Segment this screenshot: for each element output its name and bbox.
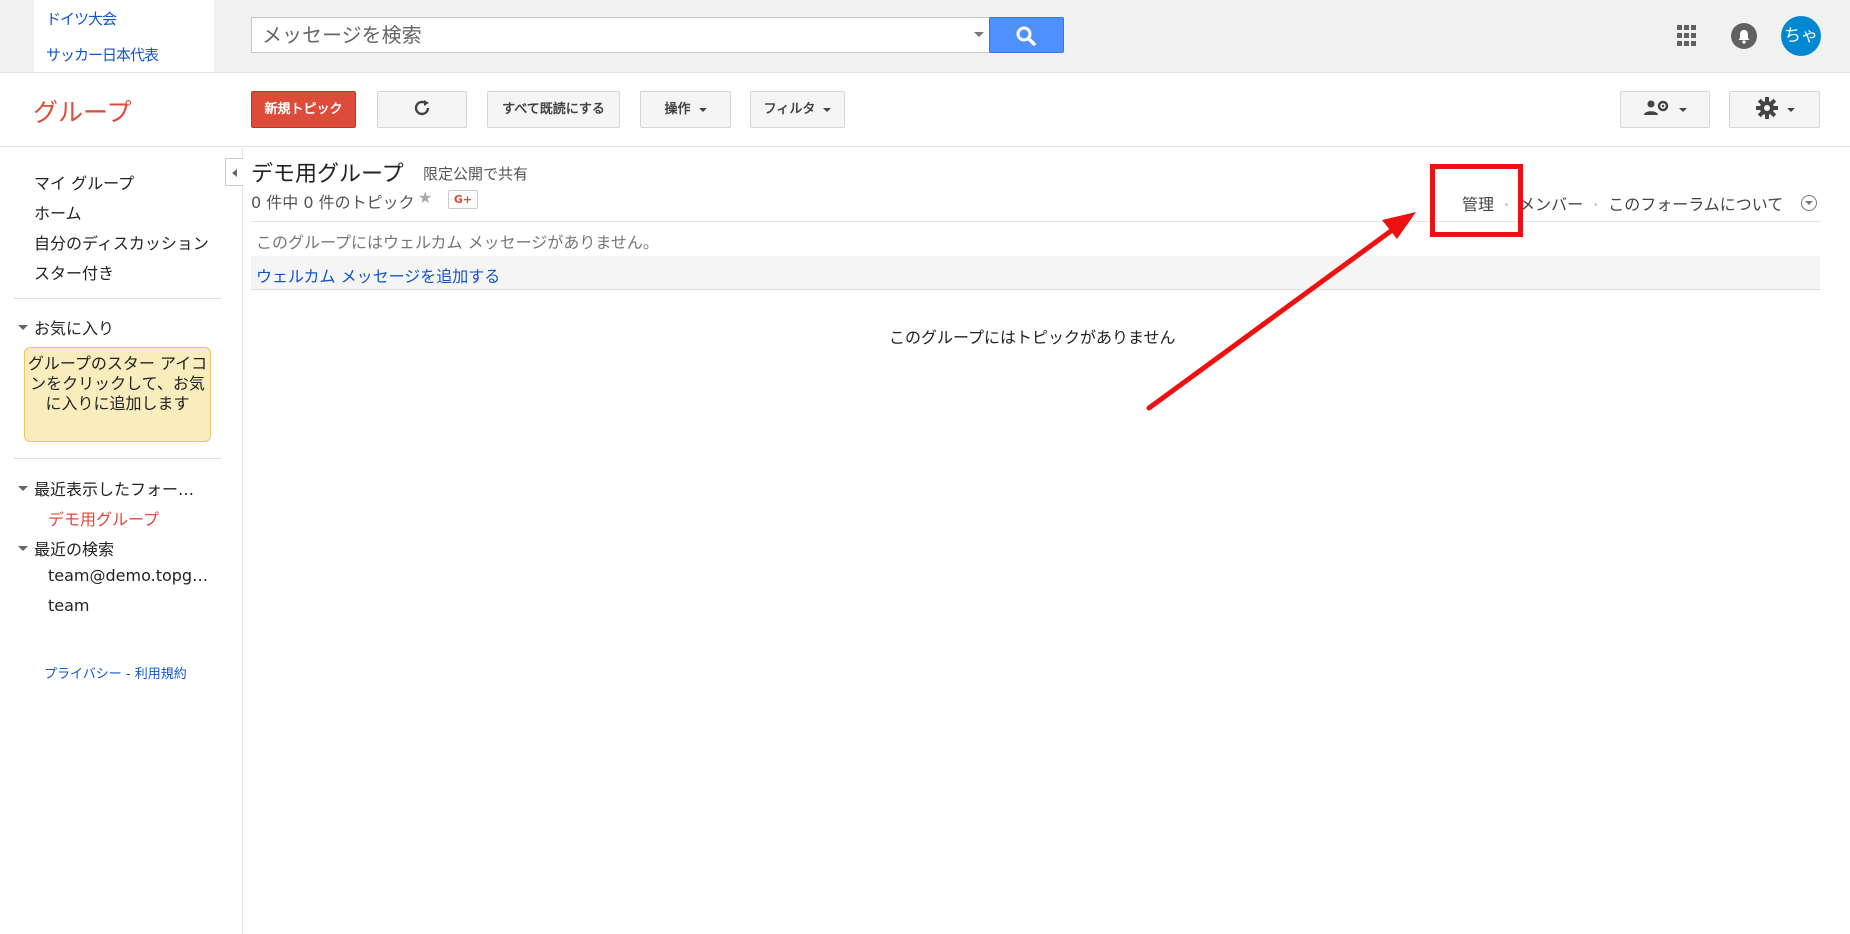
group-title: デモ用グループ	[251, 162, 404, 187]
recent-forums-header-label: 最近表示したフォー…	[34, 480, 195, 499]
sidebar-item-starred[interactable]: スター付き	[34, 260, 114, 284]
apps-grid-icon[interactable]	[1677, 25, 1699, 47]
expand-triangle-icon	[18, 546, 28, 551]
dropdown-item[interactable]: ドイツ大会	[46, 8, 117, 29]
notifications-bell-icon[interactable]	[1731, 23, 1757, 49]
recent-search-item[interactable]: team@demo.topg…	[48, 566, 208, 585]
new-topic-button[interactable]: 新規トピック	[251, 91, 356, 128]
about-forum-link[interactable]: このフォーラムについて	[1608, 195, 1783, 214]
gear-icon	[1755, 97, 1778, 119]
chevron-down-icon	[1679, 107, 1687, 112]
recent-search-header[interactable]: 最近の検索	[18, 536, 114, 560]
chevron-down-icon	[698, 107, 707, 112]
search-icon	[1016, 26, 1036, 46]
content-divider	[251, 221, 1820, 222]
highlight-annotation-box	[1430, 164, 1523, 237]
toolbar: グループ 新規トピック すべて既読にする 操作 フィルタ	[0, 73, 1850, 147]
star-icon[interactable]: ★	[418, 188, 432, 207]
mark-all-read-button[interactable]: すべて既読にする	[487, 91, 620, 128]
avatar[interactable]: ちゃ	[1781, 16, 1821, 56]
settings-button[interactable]	[1729, 91, 1820, 128]
filter-menu-button[interactable]: フィルタ	[750, 91, 845, 128]
sidebar-divider	[14, 458, 221, 459]
recent-forums-header[interactable]: 最近表示したフォー…	[18, 476, 194, 500]
sidebar-item-my-discussions[interactable]: 自分のディスカッション	[34, 230, 209, 254]
topic-count: 0 件中 0 件のトピック	[251, 193, 415, 212]
actions-label: 操作	[664, 102, 691, 117]
recent-search-item[interactable]: team	[48, 596, 90, 615]
search-button[interactable]	[989, 17, 1064, 53]
search-input[interactable]	[252, 18, 967, 52]
chevron-down-icon	[1786, 107, 1795, 112]
refresh-icon	[414, 100, 430, 116]
dropdown-list: ドイツ大会 サッカー日本代表	[34, 0, 214, 72]
search-box	[251, 17, 990, 53]
member-settings-button[interactable]	[1620, 91, 1710, 128]
people-gear-icon	[1644, 100, 1669, 115]
sharing-label: 限定公開で共有	[423, 165, 529, 183]
favorites-header[interactable]: お気に入り	[18, 315, 114, 339]
no-topics-message: このグループにはトピックがありません	[889, 328, 1176, 347]
welcome-message-empty: このグループにはウェルカム メッセージがありません。	[256, 233, 659, 252]
sidebar-item-my-groups[interactable]: マイ グループ	[34, 170, 134, 194]
sidebar-divider	[14, 298, 221, 299]
expand-triangle-icon	[18, 325, 28, 330]
expand-triangle-icon	[18, 486, 28, 491]
favorites-tip: グループのスター アイコンをクリックして、お気に入りに追加します	[24, 347, 211, 442]
members-link[interactable]: メンバー	[1519, 195, 1583, 214]
favorites-header-label: お気に入り	[34, 319, 115, 338]
app-title[interactable]: グループ	[33, 93, 132, 129]
filter-label: フィルタ	[763, 102, 816, 117]
more-options-chevron-icon[interactable]	[1801, 195, 1817, 211]
top-bar: ドイツ大会 サッカー日本代表 ちゃ	[0, 0, 1850, 73]
add-welcome-message-link[interactable]: ウェルカム メッセージを追加する	[256, 263, 500, 287]
recent-search-header-label: 最近の検索	[34, 540, 115, 559]
dropdown-item[interactable]: サッカー日本代表	[46, 44, 159, 65]
privacy-terms-link[interactable]: プライバシー - 利用規約	[44, 663, 187, 682]
actions-menu-button[interactable]: 操作	[640, 91, 731, 128]
sidebar-collapse-toggle[interactable]	[225, 158, 243, 186]
refresh-button[interactable]	[377, 91, 467, 128]
recent-forum-item[interactable]: デモ用グループ	[48, 506, 159, 530]
chevron-down-icon	[823, 107, 832, 112]
link-separator: ·	[1593, 195, 1599, 214]
search-options-caret-icon[interactable]	[974, 32, 984, 37]
sidebar-item-home[interactable]: ホーム	[34, 200, 82, 224]
welcome-bar: ウェルカム メッセージを追加する	[251, 256, 1820, 290]
google-plus-share-button[interactable]: G+	[448, 190, 478, 209]
